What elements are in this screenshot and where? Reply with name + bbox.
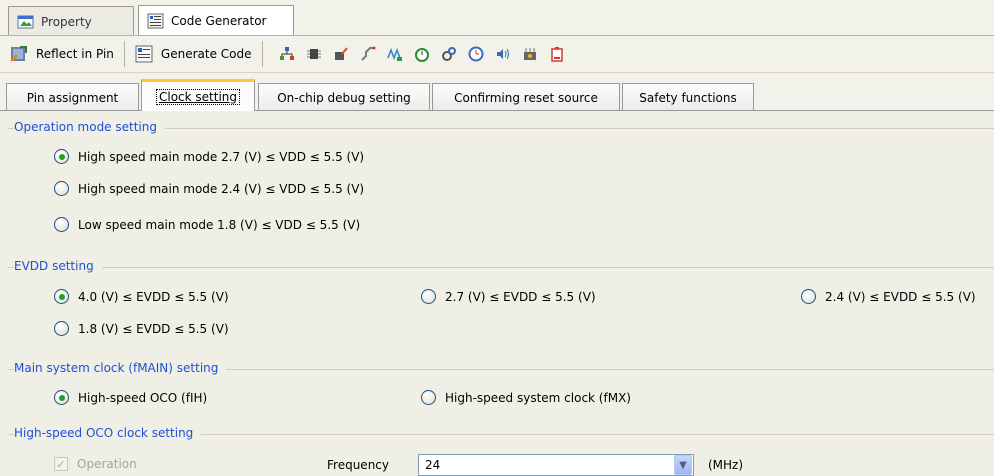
radio-label: High-speed OCO (fIH) — [78, 390, 208, 405]
main-clock-option-2[interactable]: High-speed system clock (fMX) — [421, 390, 631, 405]
generate-code-label: Generate Code — [160, 47, 252, 61]
radio-button[interactable] — [54, 321, 69, 336]
clock-setting-panel: Operation mode setting High speed main m… — [0, 111, 994, 476]
radio-label: High speed main mode 2.7 (V) ≤ VDD ≤ 5.5… — [78, 149, 365, 164]
radio-label: 1.8 (V) ≤ EVDD ≤ 5.5 (V) — [78, 321, 229, 336]
group-separator — [8, 267, 994, 268]
toolbar-icon-group — [279, 46, 565, 62]
tab-label: Pin assignment — [26, 90, 119, 105]
radio-label: High speed main mode 2.4 (V) ≤ VDD ≤ 5.5… — [78, 181, 365, 196]
evdd-option-2[interactable]: 2.7 (V) ≤ EVDD ≤ 5.5 (V) — [421, 289, 596, 304]
doc-tab-property[interactable]: Property — [8, 6, 134, 36]
operation-mode-option-1[interactable]: High speed main mode 2.7 (V) ≤ VDD ≤ 5.5… — [54, 149, 364, 164]
operation-checkbox[interactable]: ✓ — [54, 457, 68, 471]
radio-button[interactable] — [801, 289, 816, 304]
toolbar-separator — [261, 41, 263, 67]
radio-button[interactable] — [54, 149, 69, 164]
battery-icon[interactable] — [549, 46, 565, 62]
property-icon — [17, 14, 35, 30]
operation-label: Operation — [77, 457, 137, 471]
chip-icon[interactable] — [306, 46, 322, 62]
evdd-option-1[interactable]: 4.0 (V) ≤ EVDD ≤ 5.5 (V) — [54, 289, 229, 304]
clock-icon[interactable] — [468, 46, 484, 62]
operation-mode-title: Operation mode setting — [14, 120, 165, 136]
chevron-down-icon[interactable]: ▼ — [674, 455, 692, 475]
reflect-pin-icon — [8, 44, 28, 64]
generate-code-button[interactable]: Generate Code — [127, 39, 260, 69]
radio-button[interactable] — [54, 217, 69, 232]
connector-icon[interactable] — [360, 46, 376, 62]
radio-label: 4.0 (V) ≤ EVDD ≤ 5.5 (V) — [78, 289, 229, 304]
main-clock-title: Main system clock (fMAIN) setting — [14, 361, 227, 377]
evdd-title: EVDD setting — [14, 259, 102, 275]
tab-label: Confirming reset source — [454, 90, 598, 105]
radio-button[interactable] — [421, 390, 436, 405]
main-clock-option-1[interactable]: High-speed OCO (fIH) — [54, 390, 207, 405]
edit-icon[interactable] — [333, 46, 349, 62]
frequency-value: 24 — [425, 458, 441, 472]
frequency-label: Frequency — [327, 458, 389, 472]
tab-on-chip-debug-setting[interactable]: On-chip debug setting — [258, 83, 430, 111]
toolbar: Reflect in Pin Generate Code — [0, 36, 994, 73]
reflect-in-pin-label: Reflect in Pin — [36, 47, 114, 61]
tab-label: Clock setting — [155, 88, 241, 105]
radio-button[interactable] — [54, 289, 69, 304]
gears-icon[interactable] — [441, 46, 457, 62]
wave-icon[interactable] — [386, 46, 403, 62]
radio-button[interactable] — [421, 289, 436, 304]
tab-confirming-reset-source[interactable]: Confirming reset source — [432, 83, 620, 111]
tab-clock-setting[interactable]: Clock setting — [141, 79, 255, 111]
tab-label: Safety functions — [639, 90, 737, 105]
tab-label: On-chip debug setting — [277, 90, 411, 105]
tab-pin-assignment[interactable]: Pin assignment — [6, 83, 139, 111]
reflect-in-pin-button[interactable]: Reflect in Pin — [0, 39, 122, 69]
radio-label: 2.4 (V) ≤ EVDD ≤ 5.5 (V) — [825, 289, 976, 304]
evdd-option-4[interactable]: 1.8 (V) ≤ EVDD ≤ 5.5 (V) — [54, 321, 229, 336]
operation-mode-option-2[interactable]: High speed main mode 2.4 (V) ≤ VDD ≤ 5.5… — [54, 181, 364, 196]
radio-button[interactable] — [54, 390, 69, 405]
tab-safety-functions[interactable]: Safety functions — [622, 83, 754, 111]
radio-button[interactable] — [54, 181, 69, 196]
radio-label: 2.7 (V) ≤ EVDD ≤ 5.5 (V) — [445, 289, 596, 304]
frequency-unit: (MHz) — [708, 458, 744, 472]
board-icon[interactable] — [522, 46, 538, 62]
radio-label: Low speed main mode 1.8 (V) ≤ VDD ≤ 5.5 … — [78, 217, 361, 232]
frequency-select[interactable]: 24 ▼ — [418, 454, 694, 476]
evdd-option-3[interactable]: 2.4 (V) ≤ EVDD ≤ 5.5 (V) — [801, 289, 976, 304]
toolbar-separator — [123, 41, 125, 67]
doc-tab-code-generator[interactable]: Code Generator — [138, 5, 294, 36]
document-tabs: Property Code Generator — [0, 0, 994, 36]
settings-tabs: Pin assignment Clock setting On-chip deb… — [0, 73, 994, 111]
doc-tab-label: Code Generator — [171, 14, 267, 28]
pin-icon[interactable] — [279, 46, 295, 62]
generate-code-icon — [135, 45, 153, 63]
doc-tab-label: Property — [41, 14, 92, 29]
code-generator-icon — [147, 13, 165, 29]
radio-label: High-speed system clock (fMX) — [445, 390, 631, 405]
oco-title: High-speed OCO clock setting — [14, 426, 202, 442]
timer-icon[interactable] — [414, 46, 430, 62]
oco-operation-checkbox-row[interactable]: ✓ Operation — [54, 457, 137, 471]
sound-icon[interactable] — [495, 46, 511, 62]
operation-mode-option-3[interactable]: Low speed main mode 1.8 (V) ≤ VDD ≤ 5.5 … — [54, 217, 360, 232]
